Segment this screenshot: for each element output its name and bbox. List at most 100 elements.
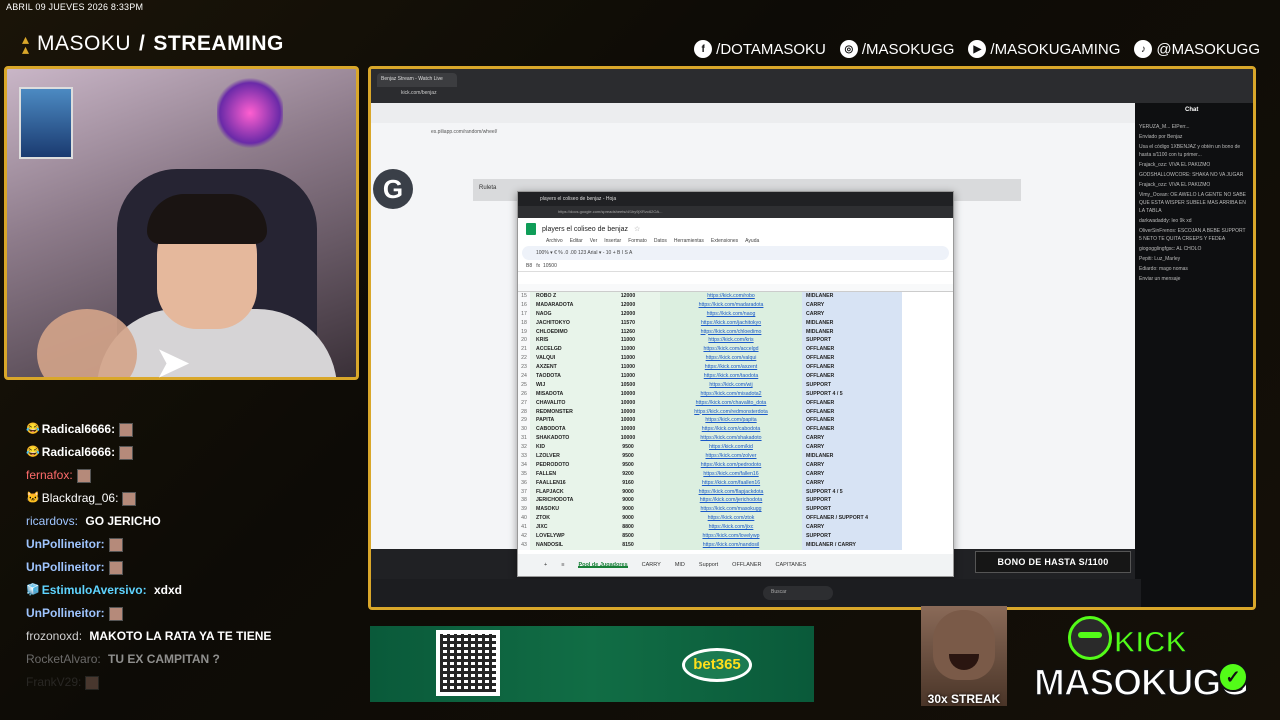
player-link[interactable]: https://kick.com/shakadoto [660, 434, 802, 444]
player-link[interactable]: https://kick.com/robo [660, 292, 802, 301]
menu-ayuda[interactable]: Ayuda [745, 238, 759, 244]
table-row[interactable]: 27 CHAVALITO 10000 https://kick.com/chavali… [518, 398, 953, 408]
table-row[interactable]: 37 FLAPJACK 9000 https://kick.com/flapjackd… [518, 487, 953, 497]
table-row[interactable]: 24 TAODOTA 11000 https://kick.com/taodota OF… [518, 372, 953, 381]
table-row[interactable]: 30 CABODOTA 10000 https://kick.com/cabodota… [518, 425, 953, 435]
player-link[interactable]: https://kick.com/nandosil [660, 540, 802, 550]
player-mmr: 11000 [596, 372, 660, 381]
player-link[interactable]: https://kick.com/misadota2 [660, 389, 802, 399]
cell-ref[interactable]: B8 [526, 263, 532, 269]
player-link[interactable]: https://kick.com/axzent [660, 363, 802, 373]
table-row[interactable]: 21 ACCELGD 11000 https://kick.com/accelgd OF… [518, 345, 953, 355]
player-link[interactable]: https://kick.com/jerichodota [660, 496, 802, 506]
table-row[interactable]: 35 FALLEN 9200 https://kick.com/fallen16 CAR… [518, 469, 953, 479]
table-row[interactable]: 25 WIJ 10500 https://kick.com/wij SUPPORT [518, 380, 953, 390]
player-link[interactable]: https://kick.com/wij [660, 380, 802, 390]
table-row[interactable]: 43 NANDOSIL 8150 https://kick.com/nandosil M… [518, 540, 953, 550]
taskbar-search[interactable]: Buscar [763, 586, 833, 600]
sheets-toolbar[interactable]: 100% ▾ € % .0 .00 123 Arial ▾ - 10 + B I… [522, 246, 949, 260]
menu-archivo[interactable]: Archivo [546, 238, 563, 244]
tab-support[interactable]: Support [699, 562, 718, 568]
player-link[interactable]: https://kick.com/naog [660, 309, 802, 319]
table-row[interactable]: 18 JACHITOKYO 11570 https://kick.com/jachit… [518, 318, 953, 328]
tab-capitanes[interactable]: CAPITANES [776, 562, 807, 568]
table-row[interactable]: 26 MISADOTA 10000 https://kick.com/misadota… [518, 389, 953, 399]
player-link[interactable]: https://kick.com/flapjackdota [660, 487, 802, 497]
player-name: VALQUI [530, 354, 596, 364]
player-link[interactable]: https://kick.com/fallen16 [660, 469, 802, 479]
formula-value[interactable]: 10500 [543, 263, 557, 269]
table-row[interactable]: 42 LOVELYWP 8500 https://kick.com/lovelywp S… [518, 532, 953, 541]
doc-title[interactable]: players el coliseo de benjaz [542, 226, 628, 233]
player-link[interactable]: https://kick.com/kid [660, 443, 802, 453]
player-name: ZTOK [530, 514, 596, 524]
table-row[interactable]: 40 ZTOK 9000 https://kick.com/ztok OFFLANER … [518, 514, 953, 524]
table-row[interactable]: 19 CHLOEDIMO 11260 https://kick.com/chloedi… [518, 327, 953, 337]
sheets-tab[interactable]: players el coliseo de benjaz - Hoja [518, 192, 953, 206]
player-link[interactable]: https://kick.com/faallen16 [660, 478, 802, 488]
table-row[interactable]: 33 LZOLVER 9500 https://kick.com/zolver MIDL… [518, 452, 953, 461]
table-row[interactable]: 41 JIXC 8800 https://kick.com/jixc CARRY [518, 523, 953, 533]
player-name: CHAVALITO [530, 398, 596, 408]
player-link[interactable]: https://kick.com/valqui [660, 354, 802, 364]
player-link[interactable]: https://kick.com/cabodota [660, 425, 802, 435]
player-link[interactable]: https://kick.com/jixc [660, 523, 802, 533]
player-link[interactable]: https://kick.com/redmonsterdota [660, 407, 802, 417]
table-row[interactable]: 15 ROBO Z 12000 https://kick.com/robo MIDLAN… [518, 292, 953, 301]
player-link[interactable]: https://kick.com/ztok [660, 514, 802, 524]
menu-formato[interactable]: Formato [628, 238, 647, 244]
table-row[interactable]: 38 JERICHODOTA 9000 https://kick.com/jerich… [518, 496, 953, 506]
menu-editar[interactable]: Editar [570, 238, 583, 244]
menu-extensiones[interactable]: Extensiones [711, 238, 738, 244]
sheet-grid[interactable]: 15 ROBO Z 12000 https://kick.com/robo MIDLAN… [518, 284, 953, 552]
table-row[interactable]: 28 REDMONSTER 10000 https://kick.com/redmon… [518, 407, 953, 417]
player-link[interactable]: https://kick.com/lovelywp [660, 532, 802, 541]
star-icon[interactable]: ☆ [634, 225, 640, 233]
menu-datos[interactable]: Datos [654, 238, 667, 244]
table-row[interactable]: 32 KID 9500 https://kick.com/kid CARRY [518, 443, 953, 453]
table-row[interactable]: 16 MADARADOTA 12000 https://kick.com/madara… [518, 300, 953, 310]
table-row[interactable]: 34 PEDRODOTO 9500 https://kick.com/pedrodot… [518, 460, 953, 470]
menu-ver[interactable]: Ver [590, 238, 598, 244]
player-mmr: 10000 [596, 425, 660, 435]
table-row[interactable]: 22 VALQUI 11000 https://kick.com/valqui OFFL… [518, 354, 953, 364]
player-role: CARRY [802, 434, 902, 444]
menu-herramientas[interactable]: Herramientas [674, 238, 704, 244]
player-link[interactable]: https://kick.com/chavalito_dota [660, 398, 802, 408]
player-link[interactable]: https://kick.com/accelgd [660, 345, 802, 355]
browser-tab[interactable]: Benjaz Stream - Watch Live [377, 73, 457, 87]
player-role: SUPPORT 4 / 5 [802, 389, 902, 399]
table-row[interactable]: 17 NAOG 12000 https://kick.com/naog CARRY [518, 309, 953, 319]
tab-mid[interactable]: MID [675, 562, 685, 568]
browser-url[interactable]: kick.com/benjaz [401, 90, 437, 96]
player-link[interactable]: https://kick.com/jachitokyo [660, 318, 802, 328]
tab-carry[interactable]: CARRY [642, 562, 661, 568]
table-row[interactable]: 20 KRIS 11000 https://kick.com/kris SUPPORT [518, 336, 953, 346]
table-row[interactable]: 23 AXZENT 11000 https://kick.com/axzent OFFL… [518, 363, 953, 373]
all-sheets-button[interactable]: ≡ [561, 562, 564, 568]
player-link[interactable]: https://kick.com/zolver [660, 452, 802, 461]
player-link[interactable]: https://kick.com/madaradota [660, 300, 802, 310]
player-link[interactable]: https://kick.com/masokugg [660, 505, 802, 515]
table-row[interactable]: 36 FAALLEN16 9160 https://kick.com/faallen1… [518, 478, 953, 488]
player-link[interactable]: https://kick.com/kris [660, 336, 802, 346]
tab-pool[interactable]: Pool de Jugadores [578, 562, 628, 568]
player-role: SUPPORT 4 / 5 [802, 487, 902, 497]
kick-chat-line: Pepiti: Luz_Marley [1139, 256, 1181, 262]
player-link[interactable]: https://kick.com/papita [660, 416, 802, 426]
menu-insertar[interactable]: Insertar [604, 238, 621, 244]
tab-offlaner[interactable]: OFFLANER [732, 562, 761, 568]
chat-title: Chat [1185, 107, 1199, 113]
player-link[interactable]: https://kick.com/taodota [660, 372, 802, 381]
player-name: PEDRODOTO [530, 460, 596, 470]
chat-badge-icon: 😂 [26, 446, 40, 458]
chat-user: Radical6666: [41, 445, 116, 459]
row-number: 19 [518, 327, 530, 337]
add-sheet-button[interactable]: + [544, 562, 547, 568]
player-link[interactable]: https://kick.com/pedrodoto [660, 460, 802, 470]
table-row[interactable]: 31 SHAKADOTO 10000 https://kick.com/shakado… [518, 434, 953, 444]
player-link[interactable]: https://kick.com/chloedimo [660, 327, 802, 337]
sheets-url[interactable]: https://docs.google.com/spreadsheets/d/1… [518, 206, 953, 218]
table-row[interactable]: 39 MASOKU 9000 https://kick.com/masokugg SUP… [518, 505, 953, 515]
table-row[interactable]: 29 PAPITA 10000 https://kick.com/papita OFFL… [518, 416, 953, 426]
